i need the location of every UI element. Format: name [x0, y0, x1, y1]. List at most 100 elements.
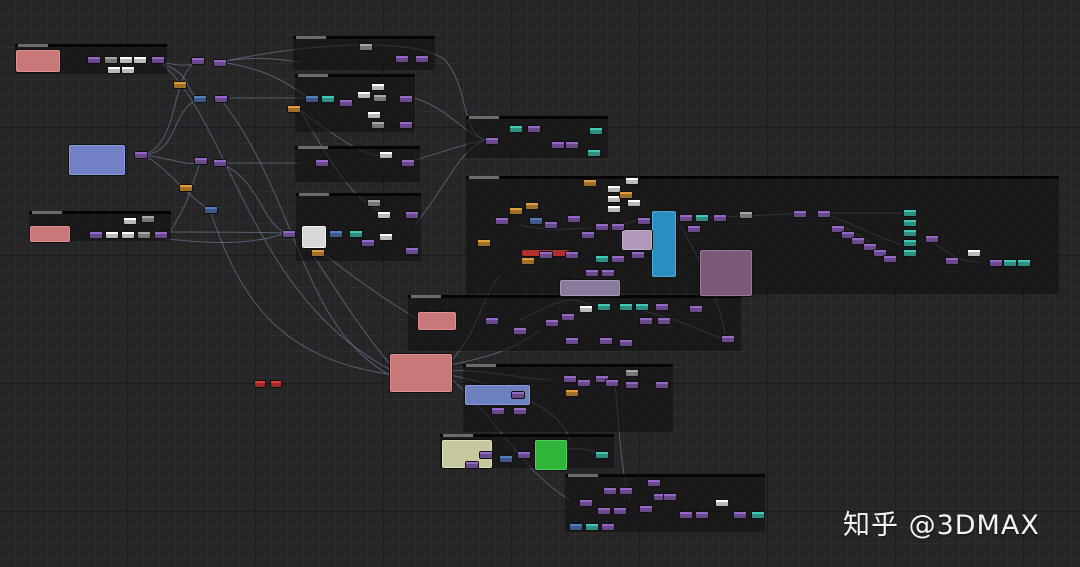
- node[interactable]: [794, 211, 806, 217]
- node[interactable]: [306, 96, 318, 102]
- node[interactable]: [904, 220, 916, 226]
- node[interactable]: [138, 232, 150, 238]
- node[interactable]: [570, 524, 582, 530]
- node[interactable]: [374, 95, 386, 101]
- node[interactable]: [566, 252, 578, 258]
- node[interactable]: [406, 248, 418, 254]
- node[interactable]: [122, 67, 134, 73]
- node[interactable]: [528, 126, 540, 132]
- node[interactable]: [614, 508, 626, 514]
- pink-node-1[interactable]: [16, 50, 60, 72]
- node[interactable]: [480, 452, 492, 458]
- node[interactable]: [752, 512, 764, 518]
- node[interactable]: [904, 240, 916, 246]
- node[interactable]: [358, 92, 370, 98]
- node[interactable]: [564, 376, 576, 382]
- node[interactable]: [582, 232, 594, 238]
- green-node-1[interactable]: [535, 440, 567, 470]
- node[interactable]: [372, 84, 384, 90]
- node[interactable]: [322, 96, 334, 102]
- node[interactable]: [688, 226, 700, 232]
- node[interactable]: [552, 142, 564, 148]
- node[interactable]: [620, 192, 632, 198]
- node[interactable]: [638, 218, 650, 224]
- node[interactable]: [586, 270, 598, 276]
- node[interactable]: [620, 488, 632, 494]
- node[interactable]: [740, 212, 752, 218]
- node[interactable]: [656, 382, 668, 388]
- node[interactable]: [626, 370, 638, 376]
- node[interactable]: [596, 224, 608, 230]
- comment-group-3[interactable]: [295, 74, 415, 132]
- node[interactable]: [578, 380, 590, 386]
- node[interactable]: [722, 336, 734, 342]
- node[interactable]: [288, 106, 300, 112]
- blue-node-1[interactable]: [69, 145, 125, 175]
- node[interactable]: [514, 408, 526, 414]
- node[interactable]: [400, 122, 412, 128]
- pink-node-3[interactable]: [390, 354, 452, 392]
- node[interactable]: [406, 212, 418, 218]
- node[interactable]: [620, 304, 632, 310]
- node[interactable]: [350, 231, 362, 237]
- node[interactable]: [174, 82, 186, 88]
- node[interactable]: [372, 122, 384, 128]
- node[interactable]: [636, 304, 648, 310]
- node[interactable]: [108, 67, 120, 73]
- node[interactable]: [580, 500, 592, 506]
- node[interactable]: [604, 488, 616, 494]
- node[interactable]: [946, 258, 958, 264]
- node[interactable]: [518, 452, 530, 458]
- node[interactable]: [512, 392, 524, 398]
- node[interactable]: [904, 250, 916, 256]
- node[interactable]: [545, 222, 557, 228]
- node[interactable]: [215, 96, 227, 102]
- node[interactable]: [316, 160, 328, 166]
- node[interactable]: [88, 57, 100, 63]
- node[interactable]: [568, 216, 580, 222]
- node[interactable]: [540, 252, 552, 258]
- node[interactable]: [690, 306, 702, 312]
- node[interactable]: [734, 512, 746, 518]
- pink-node-4[interactable]: [418, 312, 456, 330]
- node[interactable]: [283, 231, 295, 237]
- node[interactable]: [416, 56, 428, 62]
- node[interactable]: [588, 150, 600, 156]
- node[interactable]: [500, 456, 512, 462]
- node[interactable]: [648, 480, 660, 486]
- red-node-icon[interactable]: [271, 381, 281, 387]
- node[interactable]: [135, 152, 147, 158]
- node[interactable]: [640, 318, 652, 324]
- node[interactable]: [466, 462, 478, 468]
- node[interactable]: [526, 203, 538, 209]
- node[interactable]: [312, 250, 324, 256]
- node[interactable]: [612, 224, 624, 230]
- node[interactable]: [492, 408, 504, 414]
- node[interactable]: [852, 238, 864, 244]
- node[interactable]: [696, 215, 708, 221]
- node[interactable]: [602, 524, 614, 530]
- node[interactable]: [714, 215, 726, 221]
- node[interactable]: [680, 512, 692, 518]
- node[interactable]: [990, 260, 1002, 266]
- node[interactable]: [640, 506, 652, 512]
- comment-group-2[interactable]: [293, 36, 435, 70]
- node[interactable]: [122, 232, 134, 238]
- node[interactable]: [496, 218, 508, 224]
- node[interactable]: [596, 452, 608, 458]
- node[interactable]: [884, 256, 896, 262]
- node[interactable]: [626, 178, 638, 184]
- node[interactable]: [904, 230, 916, 236]
- node[interactable]: [396, 56, 408, 62]
- node[interactable]: [606, 380, 618, 386]
- node[interactable]: [380, 234, 392, 240]
- node-graph-canvas[interactable]: 知乎 @3DMAX: [0, 0, 1080, 567]
- node[interactable]: [566, 390, 578, 396]
- node[interactable]: [155, 232, 167, 238]
- comment-group-6[interactable]: [466, 116, 608, 158]
- cyan-node-1[interactable]: [652, 211, 676, 277]
- node[interactable]: [510, 208, 522, 214]
- node[interactable]: [600, 338, 612, 344]
- node[interactable]: [152, 57, 164, 63]
- node[interactable]: [120, 57, 132, 63]
